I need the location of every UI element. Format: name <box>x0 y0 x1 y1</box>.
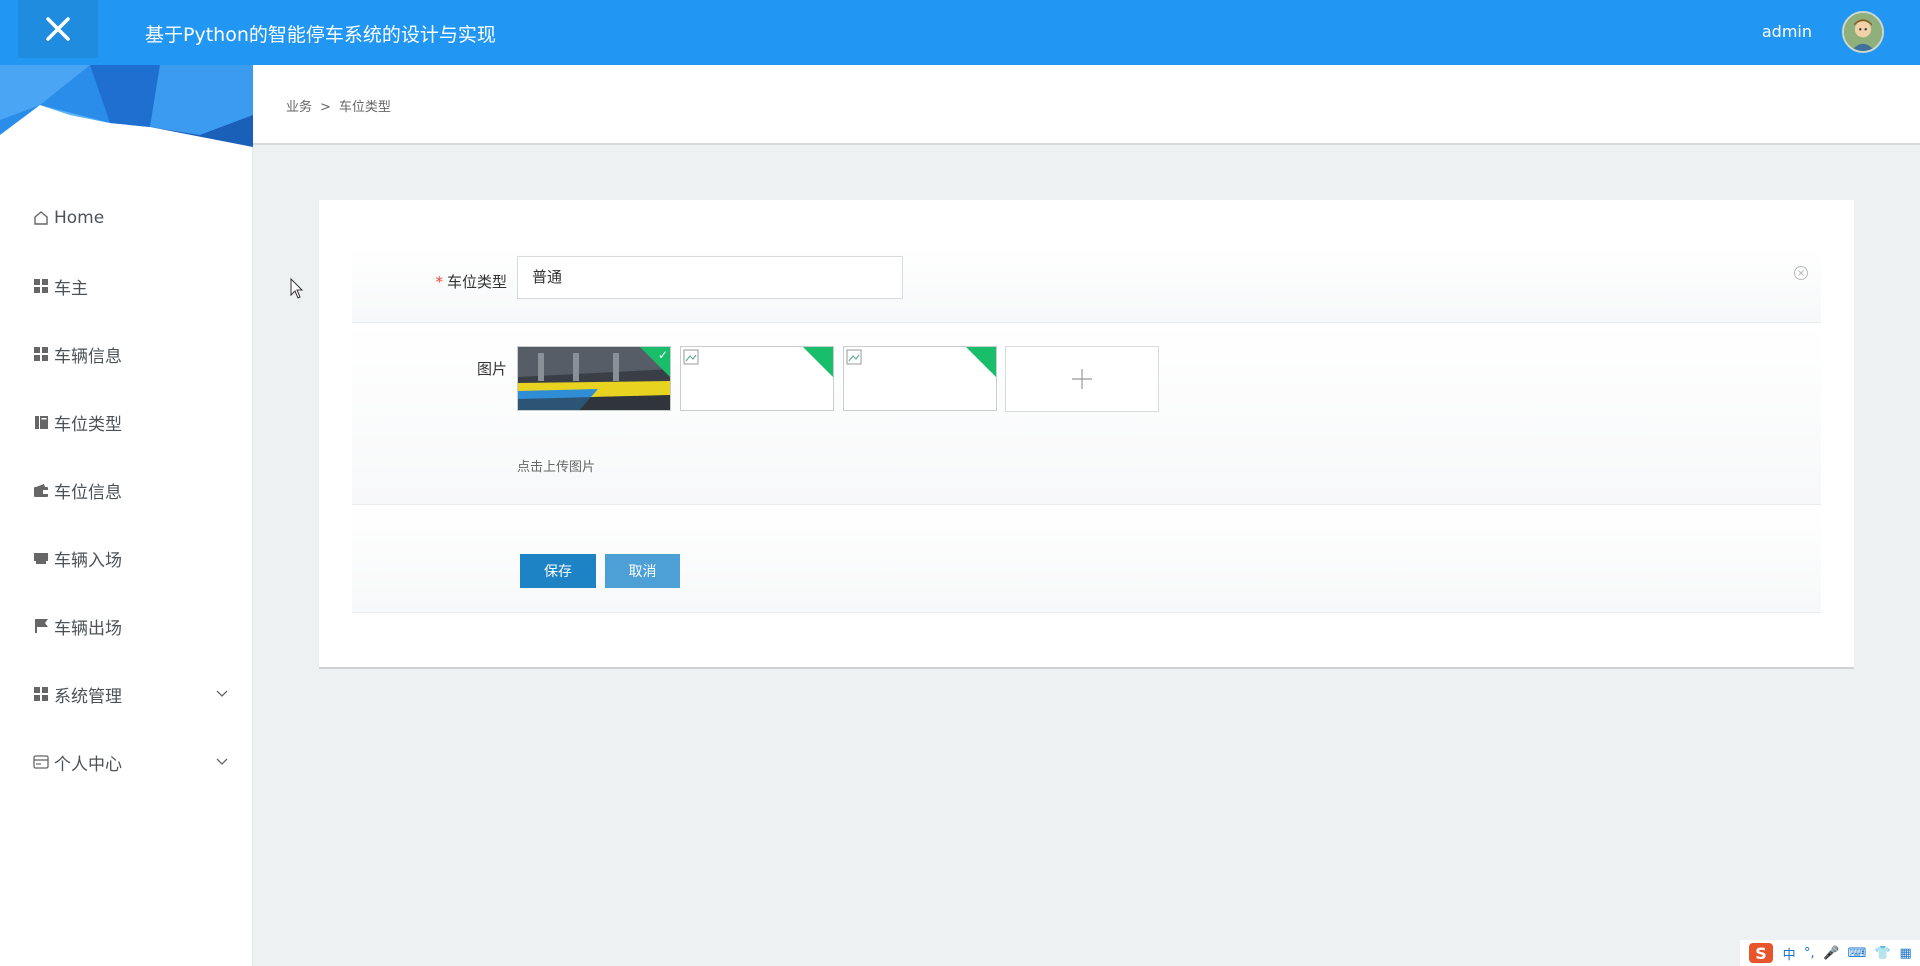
sidebar-item-personal-center[interactable]: 个人中心 <box>0 728 253 796</box>
cancel-button[interactable]: 取消 <box>605 554 680 588</box>
sogou-logo-icon[interactable]: S <box>1748 942 1774 964</box>
ime-skin-icon[interactable]: 👕 <box>1875 946 1891 961</box>
plus-icon <box>1072 369 1092 389</box>
user-name[interactable]: admin <box>1762 22 1812 41</box>
wallet-icon <box>32 481 50 499</box>
sidebar-item-label: 系统管理 <box>54 686 122 707</box>
space-type-input[interactable]: 普通 <box>517 256 903 299</box>
mouse-cursor-icon <box>290 278 304 299</box>
required-mark: * <box>435 273 443 291</box>
ime-keyboard-icon[interactable]: ⌨ <box>1848 946 1867 961</box>
sidebar-nav: Home 车主 车辆信息 车位类型 车位信息 车辆入场 车辆出场 系统管理 个人… <box>0 184 253 796</box>
breadcrumb-current: 车位类型 <box>338 100 391 115</box>
sidebar-item-label: 车辆出场 <box>54 618 122 639</box>
sidebar-item-system-management[interactable]: 系统管理 <box>0 660 253 728</box>
selected-corner <box>966 347 996 377</box>
uploaded-image-2[interactable] <box>680 346 834 411</box>
sidebar-item-space-info[interactable]: 车位信息 <box>0 456 253 524</box>
save-button[interactable]: 保存 <box>520 554 596 588</box>
sidebar-item-label: 车主 <box>54 278 88 299</box>
sidebar-item-home[interactable]: Home <box>0 184 253 252</box>
sidebar-item-space-type[interactable]: 车位类型 <box>0 388 253 456</box>
avatar[interactable] <box>1842 11 1884 53</box>
sidebar-item-vehicle-exit[interactable]: 车辆出场 <box>0 592 253 660</box>
upload-image-button[interactable] <box>1005 346 1159 412</box>
inbox-icon <box>32 549 50 567</box>
card-icon <box>32 753 50 771</box>
upload-hint: 点击上传图片 <box>517 460 596 475</box>
ime-punctuation[interactable]: °, <box>1804 946 1815 961</box>
grid-icon <box>32 685 50 703</box>
sidebar-item-vehicle-entry[interactable]: 车辆入场 <box>0 524 253 592</box>
grid-icon <box>32 277 50 295</box>
broken-image-icon <box>683 349 699 365</box>
close-sidebar-button[interactable] <box>18 0 98 58</box>
svg-text:S: S <box>1755 944 1767 963</box>
form-row-image: 图片 ✓ 点击上传图片 <box>352 323 1821 505</box>
clear-icon[interactable] <box>1793 265 1809 281</box>
selected-corner <box>803 347 833 377</box>
form-row-space-type: * 车位类型 普通 <box>352 247 1821 323</box>
breadcrumb-parent[interactable]: 业务 <box>286 100 312 115</box>
form-card: * 车位类型 普通 图片 ✓ 点击上传图片 保存 取消 <box>319 200 1854 669</box>
form-row-actions: 保存 取消 <box>352 505 1821 613</box>
breadcrumb-separator: > <box>320 100 331 115</box>
sidebar-item-label: 车位类型 <box>54 414 122 435</box>
ime-microphone-icon[interactable]: 🎤 <box>1823 946 1839 961</box>
broken-image-icon <box>846 349 862 365</box>
sidebar-item-label: 车位信息 <box>54 482 122 503</box>
space-type-label: * 车位类型 <box>435 273 507 291</box>
breadcrumb-bar: 业务 > 车位类型 <box>253 65 1920 145</box>
chevron-down-icon <box>216 690 228 697</box>
sidebar-item-label: 车辆信息 <box>54 346 122 367</box>
flag-icon <box>32 617 50 635</box>
sidebar-item-vehicle-info[interactable]: 车辆信息 <box>0 320 253 388</box>
sidebar-item-label: Home <box>54 208 105 228</box>
uploaded-image-3[interactable] <box>843 346 997 411</box>
ime-menu-icon[interactable]: ▦ <box>1899 946 1911 961</box>
sidebar-banner <box>0 65 253 147</box>
sidebar-item-label: 车辆入场 <box>54 550 122 571</box>
top-header: 基于Python的智能停车系统的设计与实现 admin <box>0 0 1920 65</box>
check-icon: ✓ <box>657 348 668 362</box>
uploaded-image-1[interactable]: ✓ <box>517 346 671 411</box>
ime-chinese-mode[interactable]: 中 <box>1783 944 1796 963</box>
app-title: 基于Python的智能停车系统的设计与实现 <box>145 24 496 46</box>
sidebar-item-owner[interactable]: 车主 <box>0 252 253 320</box>
home-icon <box>32 209 50 227</box>
ime-toolbar: S 中 °, 🎤 ⌨ 👕 ▦ <box>1740 940 1920 966</box>
book-icon <box>32 413 50 431</box>
sidebar-item-label: 个人中心 <box>54 754 122 775</box>
grid-icon <box>32 345 50 363</box>
chevron-down-icon <box>216 758 228 765</box>
breadcrumb: 业务 > 车位类型 <box>286 96 391 115</box>
sidebar: Home 车主 车辆信息 车位类型 车位信息 车辆入场 车辆出场 系统管理 个人… <box>0 65 253 966</box>
image-label: 图片 <box>476 360 507 378</box>
close-icon <box>46 17 70 41</box>
